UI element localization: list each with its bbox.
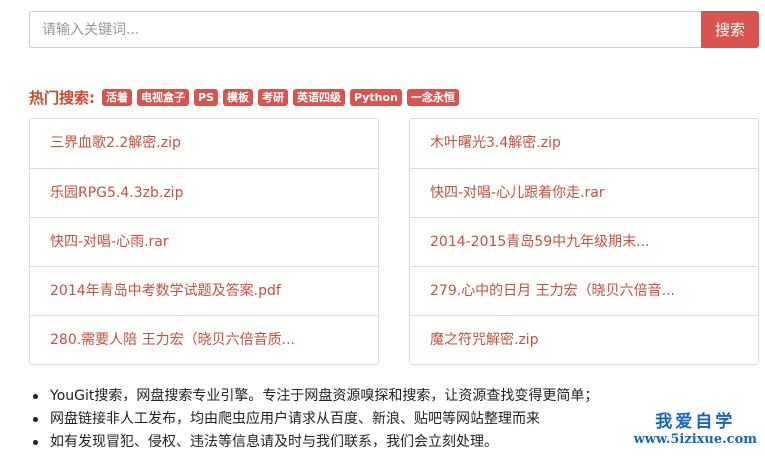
hot-tag[interactable]: Python (349, 88, 402, 106)
result-link[interactable]: 快四-对唱-心儿跟着你走.rar (410, 168, 758, 217)
result-link[interactable]: 乐园RPG5.4.3zb.zip (30, 168, 378, 217)
result-link[interactable]: 2014年青岛中考数学试题及答案.pdf (30, 266, 378, 315)
hot-tag[interactable]: 电视盒子 (137, 88, 189, 106)
note-text: 网盘链接非人工发布，均由爬虫应用户请求从百度、新浪、贴吧等网站整理而来 (50, 411, 540, 427)
hot-tag[interactable]: PS (194, 88, 218, 106)
hot-tag[interactable]: 英语四级 (292, 88, 345, 106)
page: 搜索 热门搜索: 活着 电视盒子 PS 模板 考研 英语四级 Python 一念… (0, 0, 765, 461)
results-right-column: 木叶曙光3.4解密.zip 快四-对唱-心儿跟着你走.rar 2014-2015… (409, 118, 759, 365)
watermark-url: www.5izixue.com (633, 432, 757, 447)
result-link[interactable]: 快四-对唱-心雨.rar (30, 217, 378, 266)
result-link[interactable]: 三界血歌2.2解密.zip (30, 119, 378, 168)
result-link[interactable]: 279.心中的日月 王力宏（晓贝六倍音... (410, 266, 758, 315)
search-input[interactable] (29, 11, 701, 48)
note-text: YouGit搜索，网盘搜索专业引擎。专注于网盘资源嗅探和搜索，让资源查找变得更简… (50, 388, 599, 404)
hot-searches: 热门搜索: 活着 电视盒子 PS 模板 考研 英语四级 Python 一念永恒 (29, 86, 459, 108)
bullet-icon (33, 417, 38, 422)
search-button[interactable]: 搜索 (701, 11, 759, 48)
hot-tag[interactable]: 考研 (257, 88, 288, 106)
result-link[interactable]: 魔之符咒解密.zip (410, 315, 758, 364)
hot-tag[interactable]: 活着 (102, 88, 132, 106)
result-link[interactable]: 木叶曙光3.4解密.zip (410, 119, 758, 168)
watermark-title: 我爱自学 (655, 412, 736, 432)
hot-searches-label: 热门搜索: (29, 88, 95, 107)
note-item: YouGit搜索，网盘搜索专业引擎。专注于网盘资源嗅探和搜索，让资源查找变得更简… (30, 385, 730, 408)
bullet-icon (33, 394, 38, 399)
search-bar: 搜索 (29, 11, 759, 48)
bullet-icon (33, 440, 38, 445)
hot-tag[interactable]: 模板 (222, 88, 253, 106)
hot-tag[interactable]: 一念永恒 (406, 88, 459, 106)
result-link[interactable]: 280.需要人陪 王力宏（晓贝六倍音质... (30, 315, 378, 364)
watermark-logo: 我爱自学 www.5izixue.com (634, 412, 757, 448)
results-left-column: 三界血歌2.2解密.zip 乐园RPG5.4.3zb.zip 快四-对唱-心雨.… (29, 118, 379, 365)
note-text: 如有发现冒犯、侵权、违法等信息请及时与我们联系，我们会立刻处理。 (50, 434, 498, 450)
note-item: 如有发现冒犯、侵权、违法等信息请及时与我们联系，我们会立刻处理。 (30, 431, 730, 454)
note-item: 网盘链接非人工发布，均由爬虫应用户请求从百度、新浪、贴吧等网站整理而来 (30, 408, 730, 431)
notes-list: YouGit搜索，网盘搜索专业引擎。专注于网盘资源嗅探和搜索，让资源查找变得更简… (30, 385, 730, 454)
result-link[interactable]: 2014-2015青岛59中九年级期末... (410, 217, 758, 266)
